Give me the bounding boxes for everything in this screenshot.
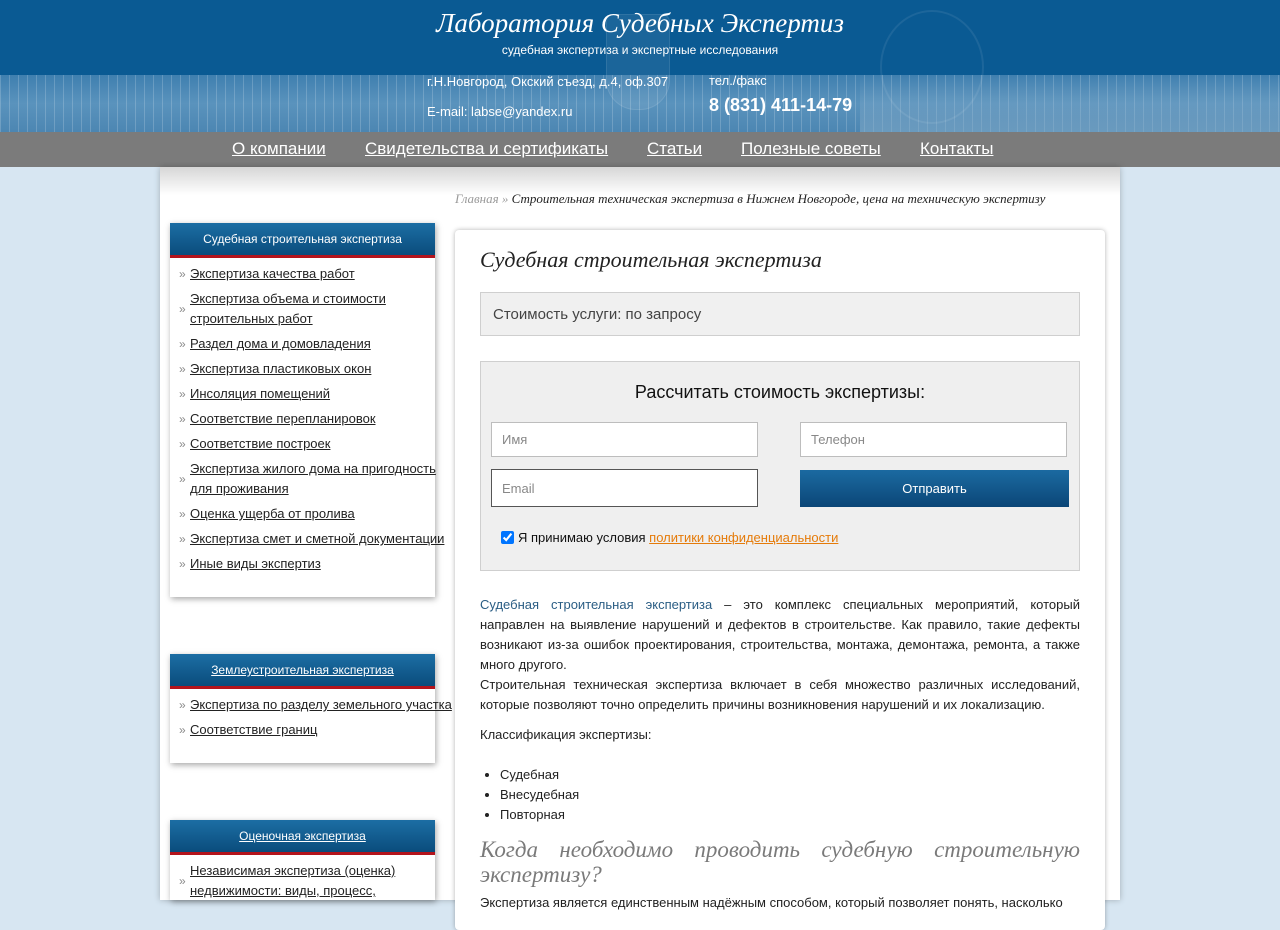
- header-phone-label: тел./факс: [709, 73, 767, 88]
- site-subtitle: судебная экспертиза и экспертные исследо…: [501, 43, 779, 57]
- consent-row: Я принимаю условия политики конфиденциал…: [501, 530, 838, 545]
- header-email: E-mail: labse@yandex.ru: [427, 104, 573, 119]
- article-body: Судебная строительная экспертиза – это к…: [480, 595, 1080, 913]
- sidebar-item[interactable]: » Экспертиза пластиковых окон: [170, 359, 460, 379]
- calculator-title: Рассчитать стоимость экспертизы:: [634, 382, 926, 402]
- sidebar-item-label[interactable]: Иные виды экспертиз: [190, 556, 321, 571]
- double-chevron-icon: »: [179, 723, 186, 737]
- sidebar-item-label[interactable]: Независимая экспертиза (оценка) недвижим…: [190, 863, 395, 898]
- main-nav: О компании Свидетельства и сертификаты С…: [0, 132, 1280, 167]
- sidebar-item-label[interactable]: Экспертиза качества работ: [190, 266, 355, 281]
- sidebar-item[interactable]: » Экспертиза качества работ: [170, 264, 460, 284]
- calculator-form: Рассчитать стоимость экспертизы: Отправи…: [480, 361, 1080, 571]
- header-address: г.Н.Новгород, Окский съезд, д.4, оф.307: [427, 74, 669, 89]
- sidebar-item-label[interactable]: Оценка ущерба от пролива: [190, 506, 355, 521]
- privacy-policy-link[interactable]: политики конфиденциальности: [649, 530, 838, 545]
- nav-item-tips[interactable]: Полезные советы: [741, 139, 881, 159]
- nav-item-about[interactable]: О компании: [232, 139, 326, 159]
- double-chevron-icon: »: [179, 412, 186, 426]
- page-title: Судебная строительная экспертиза: [480, 247, 822, 272]
- double-chevron-icon: »: [179, 337, 186, 351]
- sidebar-item[interactable]: » Соответствие границ: [170, 720, 460, 740]
- sidebar-item[interactable]: » Экспертиза объема и стоимости строитель…: [170, 289, 460, 329]
- email-field[interactable]: [491, 469, 758, 507]
- paragraph: Строительная техническая экспертиза вклю…: [480, 677, 1080, 712]
- price-text: Стоимость услуги: по запросу: [493, 306, 702, 323]
- sidebar-item[interactable]: » Инсоляция помещений: [170, 384, 460, 404]
- double-chevron-icon: »: [179, 267, 186, 281]
- nav-item-contacts[interactable]: Контакты: [920, 139, 993, 159]
- paragraph: Судебная строительная экспертиза – это к…: [480, 595, 1080, 675]
- name-field[interactable]: [491, 422, 758, 457]
- sidebar-box-title-link[interactable]: Оценочная экспертиза: [170, 820, 435, 855]
- submit-button[interactable]: Отправить: [800, 470, 1069, 507]
- sidebar-item[interactable]: » Раздел дома и домовладения: [170, 334, 460, 354]
- sidebar-item[interactable]: » Экспертиза жилого дома на пригодность д…: [170, 459, 460, 499]
- nav-item-certificates[interactable]: Свидетельства и сертификаты: [365, 139, 608, 159]
- double-chevron-icon: »: [179, 362, 186, 376]
- breadcrumb: Главная » Строительная техническая экспе…: [455, 191, 1045, 207]
- section-heading: Когда необходимо проводить судебную стро…: [480, 837, 1080, 887]
- sidebar-item[interactable]: » Экспертиза по разделу земельного участк…: [170, 695, 460, 715]
- sidebar-item[interactable]: » Оценка ущерба от пролива: [170, 504, 460, 524]
- sidebar-item-label[interactable]: Раздел дома и домовладения: [190, 336, 371, 351]
- phone-field[interactable]: [800, 422, 1067, 457]
- sidebar-box-valuation: Оценочная экспертиза » Независимая экспер…: [170, 820, 435, 900]
- sidebar-box-construction: Судебная строительная экспертиза » Экспер…: [170, 223, 444, 597]
- double-chevron-icon: »: [179, 874, 186, 888]
- classification-label: Классификация экспертизы:: [480, 727, 652, 742]
- classification-list: Судебная Внесудебная Повторная: [480, 765, 1080, 825]
- double-chevron-icon: »: [179, 698, 186, 712]
- sidebar-item[interactable]: » Соответствие перепланировок: [170, 409, 460, 429]
- consent-checkbox[interactable]: [501, 531, 514, 544]
- list-item: Судебная: [500, 765, 1080, 785]
- breadcrumb-current: Строительная техническая экспертиза в Ни…: [511, 191, 1046, 206]
- sidebar-item[interactable]: » Экспертиза смет и сметной документации: [170, 529, 460, 549]
- price-box: Стоимость услуги: по запросу: [480, 292, 1080, 336]
- sidebar-box-land: Землеустроительная экспертиза » Экспертиз…: [170, 654, 452, 763]
- sidebar-item-label[interactable]: Соответствие построек: [190, 436, 330, 451]
- header-phone: 8 (831) 411-14-79: [709, 95, 853, 115]
- double-chevron-icon: »: [179, 472, 186, 486]
- sidebar-item-label[interactable]: Инсоляция помещений: [190, 386, 330, 401]
- double-chevron-icon: »: [179, 437, 186, 451]
- list-item: Внесудебная: [500, 785, 1080, 805]
- sidebar-box-title-link[interactable]: Землеустроительная экспертиза: [170, 654, 435, 689]
- sidebar-item-label[interactable]: Соответствие границ: [190, 722, 317, 737]
- consent-text: Я принимаю условия: [518, 530, 646, 545]
- sidebar-item[interactable]: » Соответствие построек: [170, 434, 460, 454]
- list-item: Повторная: [500, 805, 1080, 825]
- site-header: Лаборатория Судебных Экспертиз судебная …: [0, 0, 1280, 132]
- breadcrumb-home-link[interactable]: Главная: [455, 191, 499, 206]
- sidebar-item-label[interactable]: Экспертиза жилого дома на пригодность дл…: [190, 461, 436, 496]
- article-term: Судебная строительная экспертиза: [480, 597, 713, 612]
- sidebar-item[interactable]: » Иные виды экспертиз: [170, 554, 460, 574]
- double-chevron-icon: »: [179, 302, 186, 316]
- double-chevron-icon: »: [179, 507, 186, 521]
- sidebar-item-label[interactable]: Экспертиза пластиковых окон: [190, 361, 371, 376]
- sidebar-item[interactable]: » Независимая экспертиза (оценка) недвижи…: [170, 861, 460, 901]
- sidebar-box-title: Судебная строительная экспертиза: [170, 223, 435, 258]
- paragraph: Экспертиза является единственным надёжны…: [480, 895, 1063, 910]
- site-title: Лаборатория Судебных Экспертиз: [436, 8, 844, 38]
- sidebar-item-label[interactable]: Экспертиза по разделу земельного участка: [190, 697, 452, 712]
- double-chevron-icon: »: [179, 557, 186, 571]
- nav-item-articles[interactable]: Статьи: [647, 139, 702, 159]
- sidebar-item-label[interactable]: Экспертиза смет и сметной документации: [190, 531, 444, 546]
- breadcrumb-separator: »: [501, 191, 509, 206]
- double-chevron-icon: »: [179, 387, 186, 401]
- sidebar-item-label[interactable]: Экспертиза объема и стоимости строительн…: [190, 291, 386, 326]
- sidebar-item-label[interactable]: Соответствие перепланировок: [190, 411, 376, 426]
- double-chevron-icon: »: [179, 532, 186, 546]
